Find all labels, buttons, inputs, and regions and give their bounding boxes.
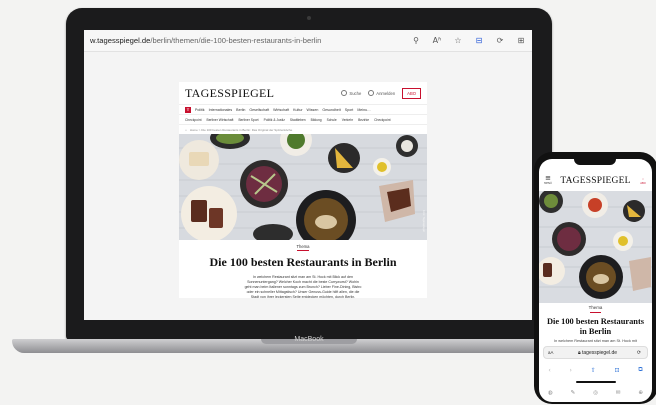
account-label: Anmelden	[376, 90, 396, 96]
web-page: TAGESSPIEGEL Suche Anmelden ABO T Politi…	[179, 82, 427, 299]
tag-underline	[297, 250, 309, 251]
mail-icon[interactable]: ✉	[616, 390, 621, 396]
menu-label: MENÜ	[544, 182, 552, 185]
home-indicator[interactable]	[576, 381, 616, 383]
main-nav: T Politik Internationales Berlin Gesells…	[179, 104, 427, 115]
split-view-icon[interactable]: ⊞	[516, 36, 526, 45]
subnav-item[interactable]: Politik & Justiz	[264, 118, 285, 122]
nav-badge[interactable]: T	[185, 106, 191, 113]
phone-url-text: tagesspiegel.de	[582, 349, 618, 356]
account-button[interactable]: Anmelden	[368, 90, 395, 96]
favorite-icon[interactable]: ☆	[453, 36, 463, 45]
breadcrumb-text[interactable]: Home > Die 100 besten Restaurants in Ber…	[190, 128, 292, 132]
subnav-item[interactable]: Bildung	[311, 118, 322, 122]
facebook-icon[interactable]: ◍	[548, 390, 553, 396]
nav-item-gesellschaft[interactable]: Gesellschaft	[249, 108, 269, 112]
phone-hero-image	[539, 191, 652, 303]
back-icon[interactable]: ‹	[548, 367, 550, 374]
phone-article-tag[interactable]: Thema	[539, 305, 652, 310]
food-table-illustration	[179, 134, 427, 240]
search-icon	[341, 90, 348, 96]
nav-item-meinung[interactable]: Meinu…	[357, 108, 370, 112]
nav-item-wirtschaft[interactable]: Wirtschaft	[273, 108, 289, 112]
sub-nav: Checkpoint Berliner Wirtschaft Berliner …	[179, 115, 427, 125]
nav-item-gesundheit[interactable]: Gesundheit	[322, 108, 340, 112]
article-headline: Die 100 besten Restaurants in Berlin	[209, 255, 397, 269]
reader-settings-button[interactable]: aA	[548, 350, 560, 355]
phone-abo-button[interactable]: ⌔ ABO	[638, 178, 648, 185]
nav-item-sport[interactable]: Sport	[345, 108, 354, 112]
nav-item-kultur[interactable]: Kultur	[293, 108, 302, 112]
phone-article-lede: In welchem Restaurant sitzt man am St. H…	[554, 339, 637, 343]
more-icon[interactable]: ⊕	[638, 390, 643, 396]
user-icon	[368, 90, 375, 96]
laptop-brand: MacBook	[294, 336, 324, 343]
reload-icon[interactable]: ⟳	[635, 350, 643, 356]
phone-site-logo[interactable]: TAGESSPIEGEL	[553, 176, 638, 186]
extension-icon[interactable]: ⊟	[474, 36, 484, 45]
breadcrumb: ⌂ Home > Die 100 besten Restaurants in B…	[179, 125, 427, 134]
home-icon[interactable]: ⌂	[185, 128, 187, 132]
site-logo[interactable]: TAGESSPIEGEL	[185, 86, 334, 101]
browser-toolbar: w.tagesspiegel.de/berlin/themen/die-100-…	[84, 30, 532, 52]
subnav-item[interactable]: Checkpoint	[374, 118, 391, 122]
subnav-item[interactable]: Schule	[327, 118, 337, 122]
share-icon[interactable]: ⇧	[591, 367, 596, 374]
subnav-item[interactable]: Verkehr	[342, 118, 353, 122]
search-icon[interactable]: ⚲	[411, 36, 421, 45]
tabs-icon[interactable]: ⧉	[638, 366, 642, 374]
nav-item-politik[interactable]: Politik	[195, 108, 205, 112]
phone-abo-label: ABO	[640, 181, 646, 185]
phone-share-bar: ◍ ✎ ◎ ✉ ⊕	[539, 388, 652, 398]
phone-browser-nav: ‹ › ⇧ ⊡ ⧉	[539, 364, 652, 376]
whatsapp-icon[interactable]: ◎	[593, 390, 598, 396]
forward-icon[interactable]: ›	[570, 367, 572, 374]
search-label: Suche	[349, 90, 362, 96]
lock-icon: 🔒︎	[577, 349, 581, 356]
nav-item-internationales[interactable]: Internationales	[209, 108, 233, 112]
read-aloud-icon[interactable]: Aʱ	[432, 36, 442, 45]
laptop-screen: w.tagesspiegel.de/berlin/themen/die-100-…	[84, 30, 532, 320]
nav-item-berlin[interactable]: Berlin	[236, 108, 245, 112]
subnav-item[interactable]: Stadtleben	[290, 118, 306, 122]
hero-image: Foto: Tagesspiegel	[179, 134, 427, 240]
bookmarks-icon[interactable]: ⊡	[615, 367, 620, 374]
phone-site-header: ≡ MENÜ TAGESSPIEGEL ⌔ ABO	[539, 171, 652, 191]
phone-address-bar[interactable]: aA 🔒︎ tagesspiegel.de ⟳	[543, 346, 648, 359]
subnav-item[interactable]: Berliner Wirtschaft	[207, 118, 234, 122]
search-button[interactable]: Suche	[341, 90, 361, 96]
subnav-item[interactable]: Berliner Sport	[238, 118, 258, 122]
abo-button[interactable]: ABO	[402, 87, 421, 99]
subnav-item[interactable]: Bezirke	[358, 118, 369, 122]
menu-button[interactable]: ≡ MENÜ	[543, 175, 553, 187]
browser-icons: ⚲ Aʱ ☆ ⊟ ⟳ ⊞	[411, 36, 526, 45]
phone-tag-underline	[590, 312, 601, 313]
phone-url: 🔒︎ tagesspiegel.de	[560, 350, 635, 356]
phone-article-headline: Die 100 besten Restaurants in Berlin	[546, 317, 644, 336]
article-lede: In welchem Restaurant sitzt man am St. H…	[244, 275, 362, 299]
photo-credit: Foto: Tagesspiegel	[422, 210, 425, 232]
url-path: /berlin/themen/die-100-besten-restaurant…	[150, 36, 322, 45]
address-bar[interactable]: w.tagesspiegel.de/berlin/themen/die-100-…	[90, 36, 411, 45]
subnav-item[interactable]: Checkpoint	[185, 118, 202, 122]
phone-notch	[574, 157, 616, 165]
nav-item-wissen[interactable]: Wissen	[307, 108, 319, 112]
phone-screen: ≡ MENÜ TAGESSPIEGEL ⌔ ABO Thema Die 100 …	[539, 159, 652, 402]
url-host: w.tagesspiegel.de	[90, 36, 151, 45]
abo-icon: ⌔	[641, 177, 645, 181]
phone-food-illustration	[539, 191, 652, 303]
twitter-icon[interactable]: ✎	[571, 390, 576, 396]
refresh-icon[interactable]: ⟳	[495, 36, 505, 45]
article-tag[interactable]: Thema	[179, 244, 427, 249]
site-header: TAGESSPIEGEL Suche Anmelden ABO	[179, 82, 427, 104]
laptop-camera	[307, 16, 311, 20]
